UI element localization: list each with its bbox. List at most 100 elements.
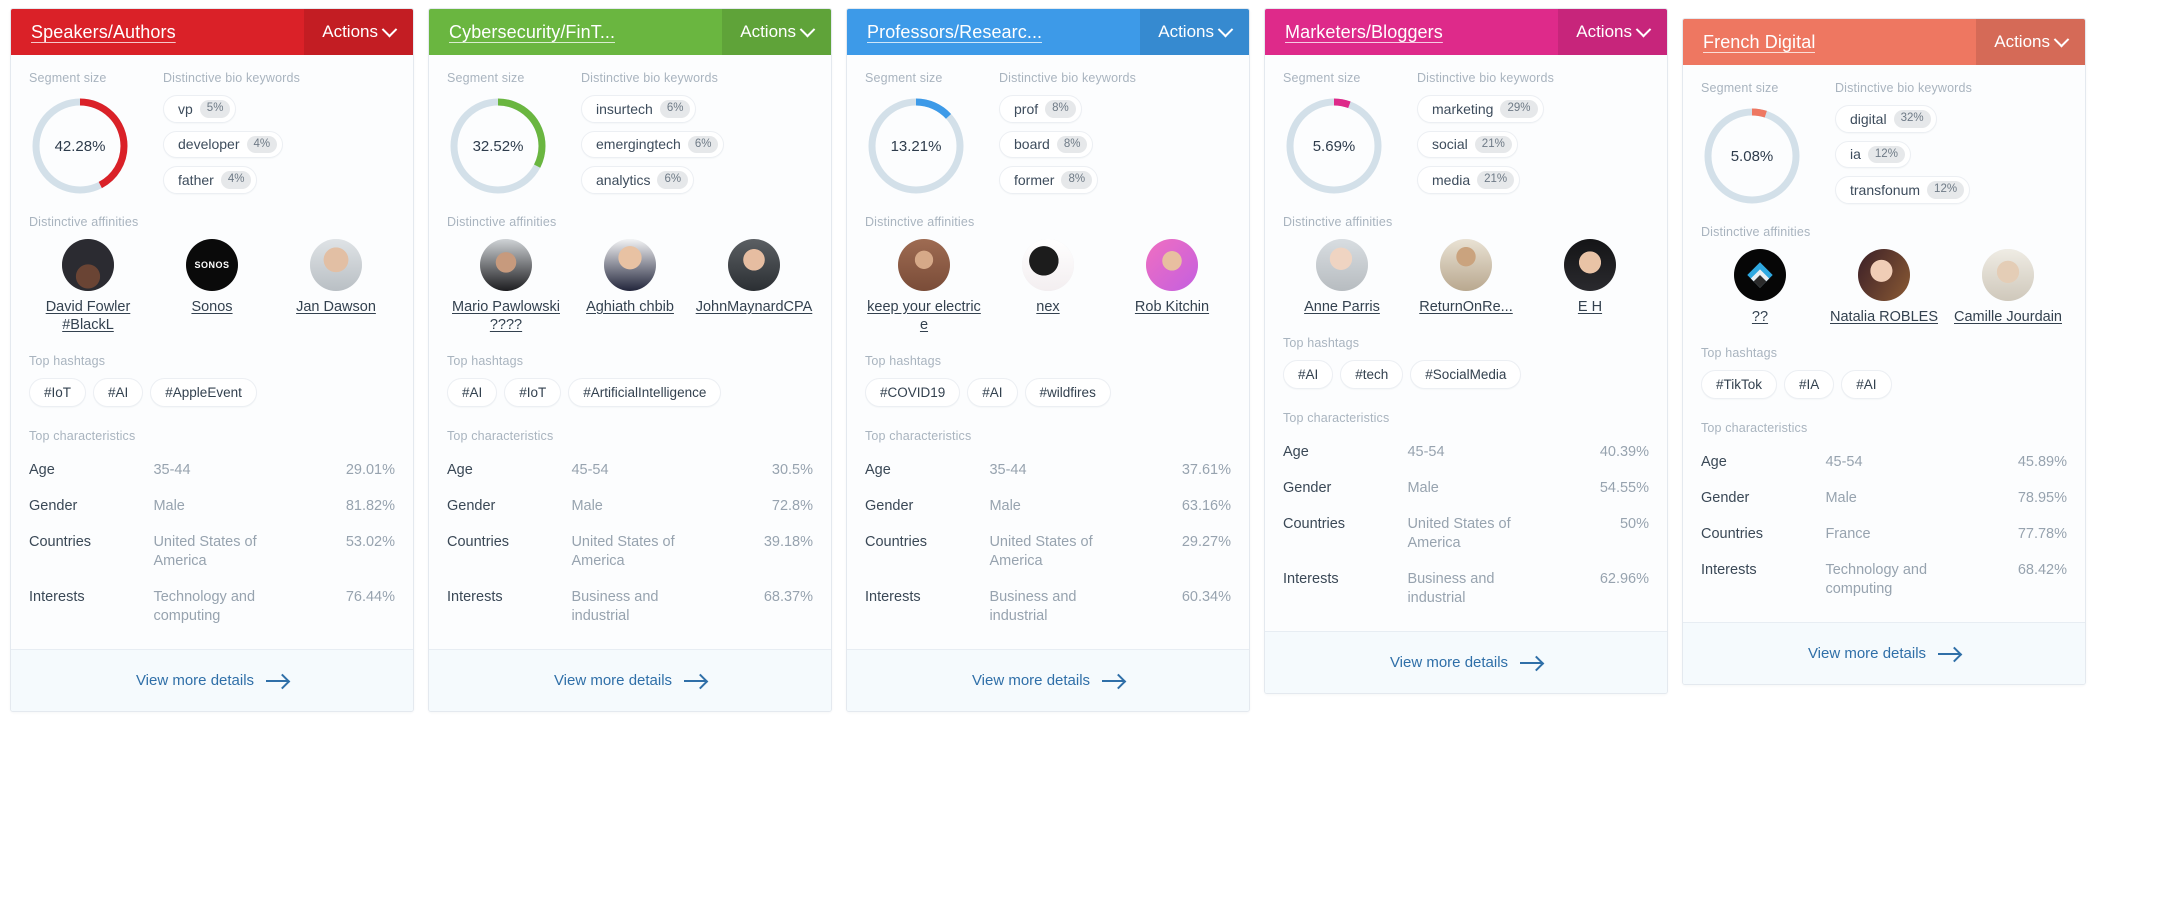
hashtag-chip[interactable]: #AI bbox=[1841, 370, 1892, 399]
affinity-item[interactable]: JohnMaynardCPA bbox=[695, 239, 813, 334]
actions-menu-button[interactable]: Actions bbox=[304, 9, 413, 55]
affinity-item[interactable]: Camille Jourdain bbox=[1949, 249, 2067, 326]
chevron-down-icon bbox=[381, 21, 398, 37]
bio-keyword-chip[interactable]: prof 8% bbox=[999, 95, 1082, 123]
hashtags-block: Top hashtags #COVID19 #AI #wildfires bbox=[865, 354, 1231, 407]
characteristic-value: Male bbox=[153, 498, 185, 514]
profile-photo bbox=[1022, 239, 1074, 291]
affinity-item[interactable]: keep your electric e bbox=[865, 239, 983, 334]
view-more-details-button[interactable]: View more details bbox=[847, 649, 1249, 711]
bio-keyword-chip[interactable]: emergingtech 6% bbox=[581, 130, 725, 158]
characteristic-value: United States of America bbox=[571, 534, 675, 569]
actions-menu-button[interactable]: Actions bbox=[1140, 9, 1249, 55]
bio-keyword-percent: 8% bbox=[1056, 135, 1088, 153]
bio-keyword-percent: 8% bbox=[1045, 100, 1076, 118]
hashtag-chip[interactable]: #TikTok bbox=[1701, 370, 1778, 399]
affinity-item[interactable]: ReturnOnRe... bbox=[1407, 239, 1525, 316]
affinity-item[interactable]: ?? bbox=[1701, 249, 1819, 326]
segment-title-link[interactable]: Speakers/Authors bbox=[31, 22, 176, 43]
bio-keyword-chip[interactable]: ia 12% bbox=[1835, 140, 1911, 168]
characteristics-label: Top characteristics bbox=[447, 429, 554, 443]
view-more-details-button[interactable]: View more details bbox=[11, 649, 413, 711]
bio-keyword-chip[interactable]: marketing 29% bbox=[1417, 95, 1544, 123]
bio-keyword-label: developer bbox=[178, 136, 240, 153]
hashtag-chip[interactable]: #SocialMedia bbox=[1410, 360, 1522, 389]
segment-title-link[interactable]: Professors/Researc... bbox=[867, 22, 1042, 43]
affinity-name: JohnMaynardCPA bbox=[695, 299, 813, 315]
bio-keyword-chip[interactable]: vp 5% bbox=[163, 95, 237, 123]
bio-keyword-chip[interactable]: transfonum 12% bbox=[1835, 176, 1971, 204]
hashtag-chip[interactable]: #AI bbox=[967, 378, 1018, 407]
characteristics-label: Top characteristics bbox=[1701, 421, 1808, 435]
hashtag-chip[interactable]: #AI bbox=[1283, 360, 1334, 389]
bio-keyword-chip[interactable]: father 4% bbox=[163, 166, 258, 194]
hashtag-chip[interactable]: #COVID19 bbox=[865, 378, 961, 407]
affinity-item[interactable]: Anne Parris bbox=[1283, 239, 1401, 316]
characteristic-row: Gender Male 54.55% bbox=[1283, 471, 1649, 507]
bio-keyword-chip[interactable]: insurtech 6% bbox=[581, 95, 697, 123]
chevron-down-icon bbox=[799, 21, 816, 37]
affinity-item[interactable]: Rob Kitchin bbox=[1113, 239, 1231, 334]
affinity-item[interactable]: Natalia ROBLES bbox=[1825, 249, 1943, 326]
hashtag-chip[interactable]: #IA bbox=[1784, 370, 1835, 399]
hashtags-block: Top hashtags #AI #IoT #ArtificialIntelligen… bbox=[447, 354, 813, 407]
hashtag-chip[interactable]: #AI bbox=[447, 378, 498, 407]
bio-keywords-list: marketing 29% social 21% media 21% bbox=[1417, 95, 1649, 194]
characteristics-block: Top characteristics Age 35-44 37.61% Gender M… bbox=[865, 429, 1231, 645]
characteristic-value: 45-54 bbox=[571, 462, 609, 478]
affinity-item[interactable]: SONOS Sonos bbox=[153, 239, 271, 334]
hashtag-chip[interactable]: #AppleEvent bbox=[150, 378, 257, 407]
segment-title-link[interactable]: Marketers/Bloggers bbox=[1285, 22, 1443, 43]
affinity-item[interactable]: David Fowler #BlackL bbox=[29, 239, 147, 334]
bio-keyword-chip[interactable]: media 21% bbox=[1417, 166, 1521, 194]
bio-keyword-label: transfonum bbox=[1850, 181, 1921, 198]
bio-keyword-percent: 12% bbox=[1867, 145, 1905, 163]
characteristic-value: 45-54 bbox=[1407, 444, 1445, 460]
hashtag-chip[interactable]: #tech bbox=[1340, 360, 1404, 389]
characteristic-key: Gender bbox=[447, 498, 496, 514]
chevron-down-icon bbox=[1635, 21, 1652, 37]
characteristic-row: Interests Business and industrial 68.37% bbox=[447, 580, 813, 635]
segment-title-link[interactable]: Cybersecurity/FinT... bbox=[449, 22, 615, 43]
characteristic-key: Countries bbox=[865, 534, 928, 550]
hashtag-chip[interactable]: #wildfires bbox=[1024, 378, 1111, 407]
affinity-item[interactable]: Aghiath chbib bbox=[571, 239, 689, 334]
avatar bbox=[898, 239, 950, 291]
characteristic-value: Male bbox=[989, 498, 1021, 514]
actions-menu-button[interactable]: Actions bbox=[1558, 9, 1667, 55]
hashtag-chip[interactable]: #ArtificialIntelligence bbox=[568, 378, 722, 407]
arrow-right-icon bbox=[684, 679, 707, 682]
bio-keyword-chip[interactable]: digital 32% bbox=[1835, 105, 1937, 133]
profile-photo bbox=[1440, 239, 1492, 291]
segment-card: French Digital Actions Segment size 5.08% Di… bbox=[1682, 18, 2086, 685]
view-more-details-button[interactable]: View more details bbox=[1683, 622, 2085, 684]
bio-keyword-chip[interactable]: social 21% bbox=[1417, 130, 1518, 158]
affinity-item[interactable]: Mario Pawlowski ???? bbox=[447, 239, 565, 334]
characteristic-percent: 40.39% bbox=[1599, 444, 1649, 460]
avatar bbox=[1982, 249, 2034, 301]
affinity-item[interactable]: nex bbox=[989, 239, 1107, 334]
affinity-item[interactable]: E H bbox=[1531, 239, 1649, 316]
bio-keyword-percent: 21% bbox=[1474, 135, 1512, 153]
bio-keywords-block: Distinctive bio keywords vp 5% developer 4% f… bbox=[163, 71, 395, 197]
affinities-label: Distinctive affinities bbox=[29, 215, 139, 229]
bio-keyword-chip[interactable]: board 8% bbox=[999, 130, 1094, 158]
characteristic-key: Interests bbox=[29, 589, 85, 605]
hashtag-chip[interactable]: #IoT bbox=[504, 378, 562, 407]
profile-photo bbox=[1316, 239, 1368, 291]
bio-keyword-chip[interactable]: developer 4% bbox=[163, 130, 284, 158]
hashtag-chip[interactable]: #AI bbox=[93, 378, 144, 407]
affinity-item[interactable]: Jan Dawson bbox=[277, 239, 395, 334]
bio-keyword-chip[interactable]: analytics 6% bbox=[581, 166, 695, 194]
characteristic-key: Age bbox=[865, 462, 891, 478]
bio-keyword-chip[interactable]: former 8% bbox=[999, 166, 1099, 194]
view-more-details-button[interactable]: View more details bbox=[1265, 631, 1667, 693]
affinity-name: ReturnOnRe... bbox=[1419, 299, 1513, 315]
actions-menu-button[interactable]: Actions bbox=[722, 9, 831, 55]
segment-title-link[interactable]: French Digital bbox=[1703, 32, 1815, 53]
hashtag-chip[interactable]: #IoT bbox=[29, 378, 87, 407]
view-more-details-button[interactable]: View more details bbox=[429, 649, 831, 711]
bio-keyword-label: media bbox=[1432, 171, 1471, 188]
characteristic-row: Gender Male 72.8% bbox=[447, 489, 813, 525]
actions-menu-button[interactable]: Actions bbox=[1976, 19, 2085, 65]
